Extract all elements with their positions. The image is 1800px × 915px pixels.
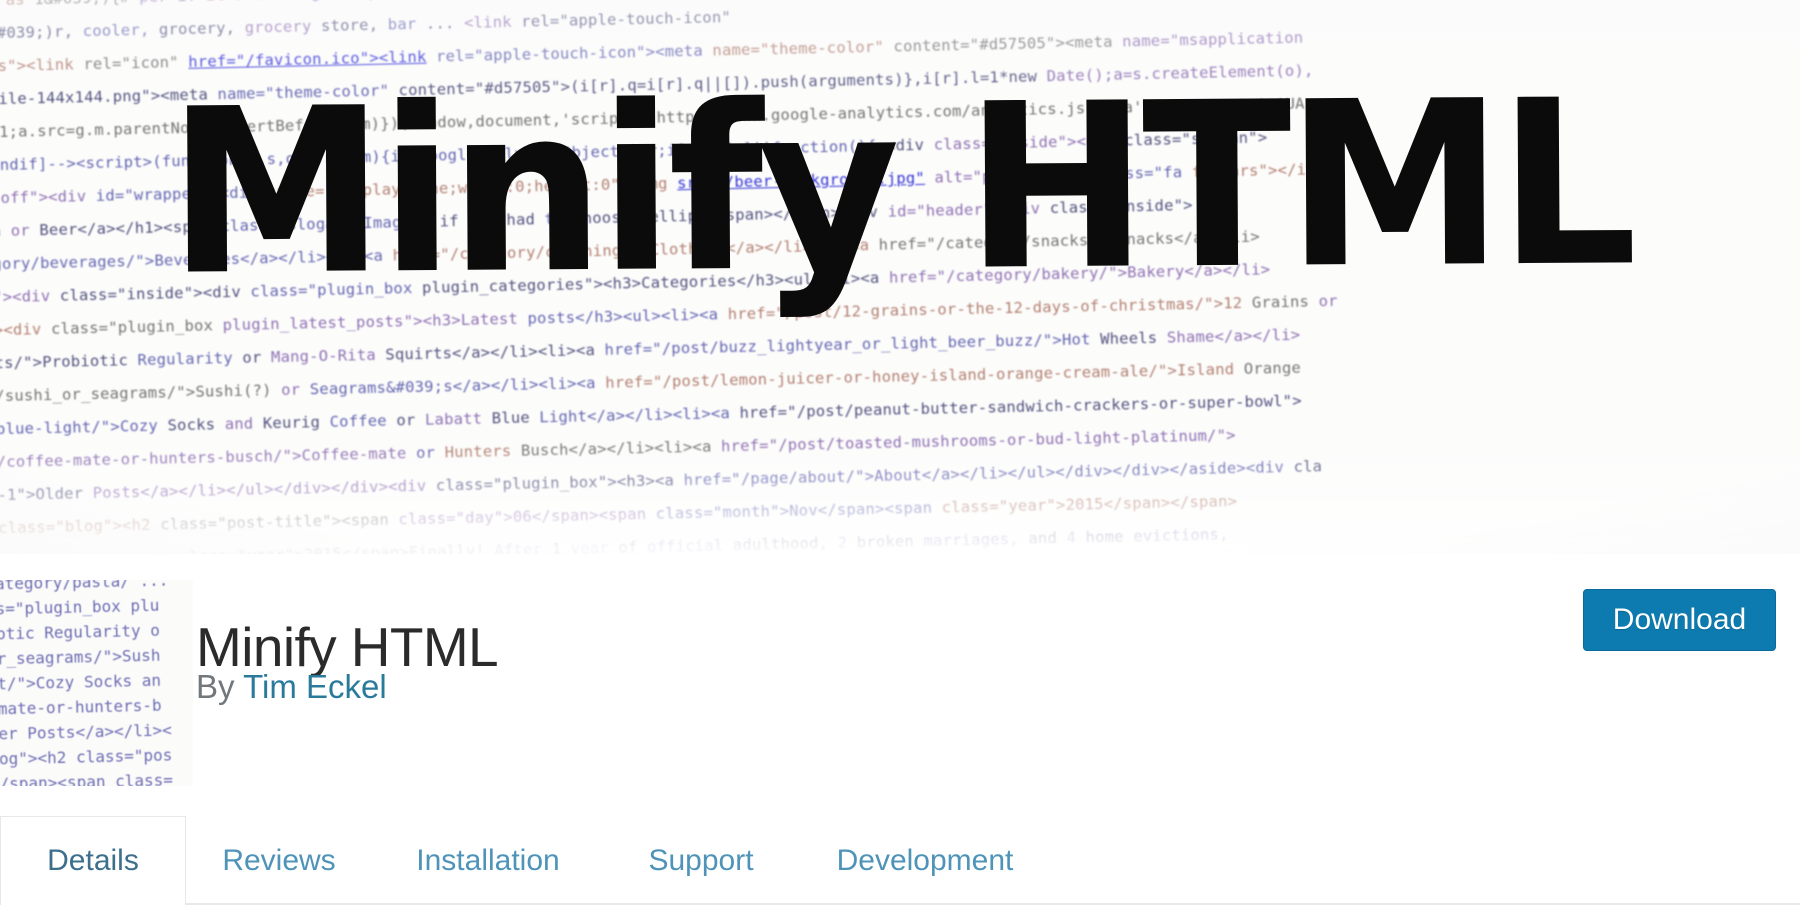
plugin-header: category/pasta/ ... ss="plugin_box plu iot… — [0, 554, 1800, 804]
tab-reviews[interactable]: Reviews — [186, 816, 372, 904]
tab-installation[interactable]: Installation — [372, 816, 604, 904]
plugin-tabs: Details Reviews Installation Support Dev… — [0, 816, 1800, 915]
plugin-author-link[interactable]: Tim Eckel — [243, 668, 387, 705]
tab-support[interactable]: Support — [604, 816, 798, 904]
plugin-icon-code-photo: category/pasta/ ... ss="plugin_box plu iot… — [0, 580, 174, 786]
tab-support-label: Support — [648, 843, 754, 877]
tab-details[interactable]: Details — [0, 816, 186, 906]
tab-development[interactable]: Development — [798, 816, 1052, 904]
plugin-banner: inning as 1&#039;){# per if it's a ... g… — [0, 0, 1800, 554]
tab-installation-label: Installation — [416, 843, 560, 877]
tab-development-label: Development — [836, 843, 1014, 877]
banner-code-photo: inning as 1&#039;){# per if it's a ... g… — [0, 0, 1800, 554]
tab-details-label: Details — [47, 843, 139, 877]
download-button[interactable]: Download — [1583, 589, 1776, 651]
plugin-icon: category/pasta/ ... ss="plugin_box plu iot… — [0, 580, 193, 786]
plugin-byline: By Tim Eckel — [196, 667, 387, 707]
tab-reviews-label: Reviews — [222, 843, 336, 877]
tab-list: Details Reviews Installation Support Dev… — [0, 816, 1052, 906]
byline-label: By — [196, 668, 235, 705]
